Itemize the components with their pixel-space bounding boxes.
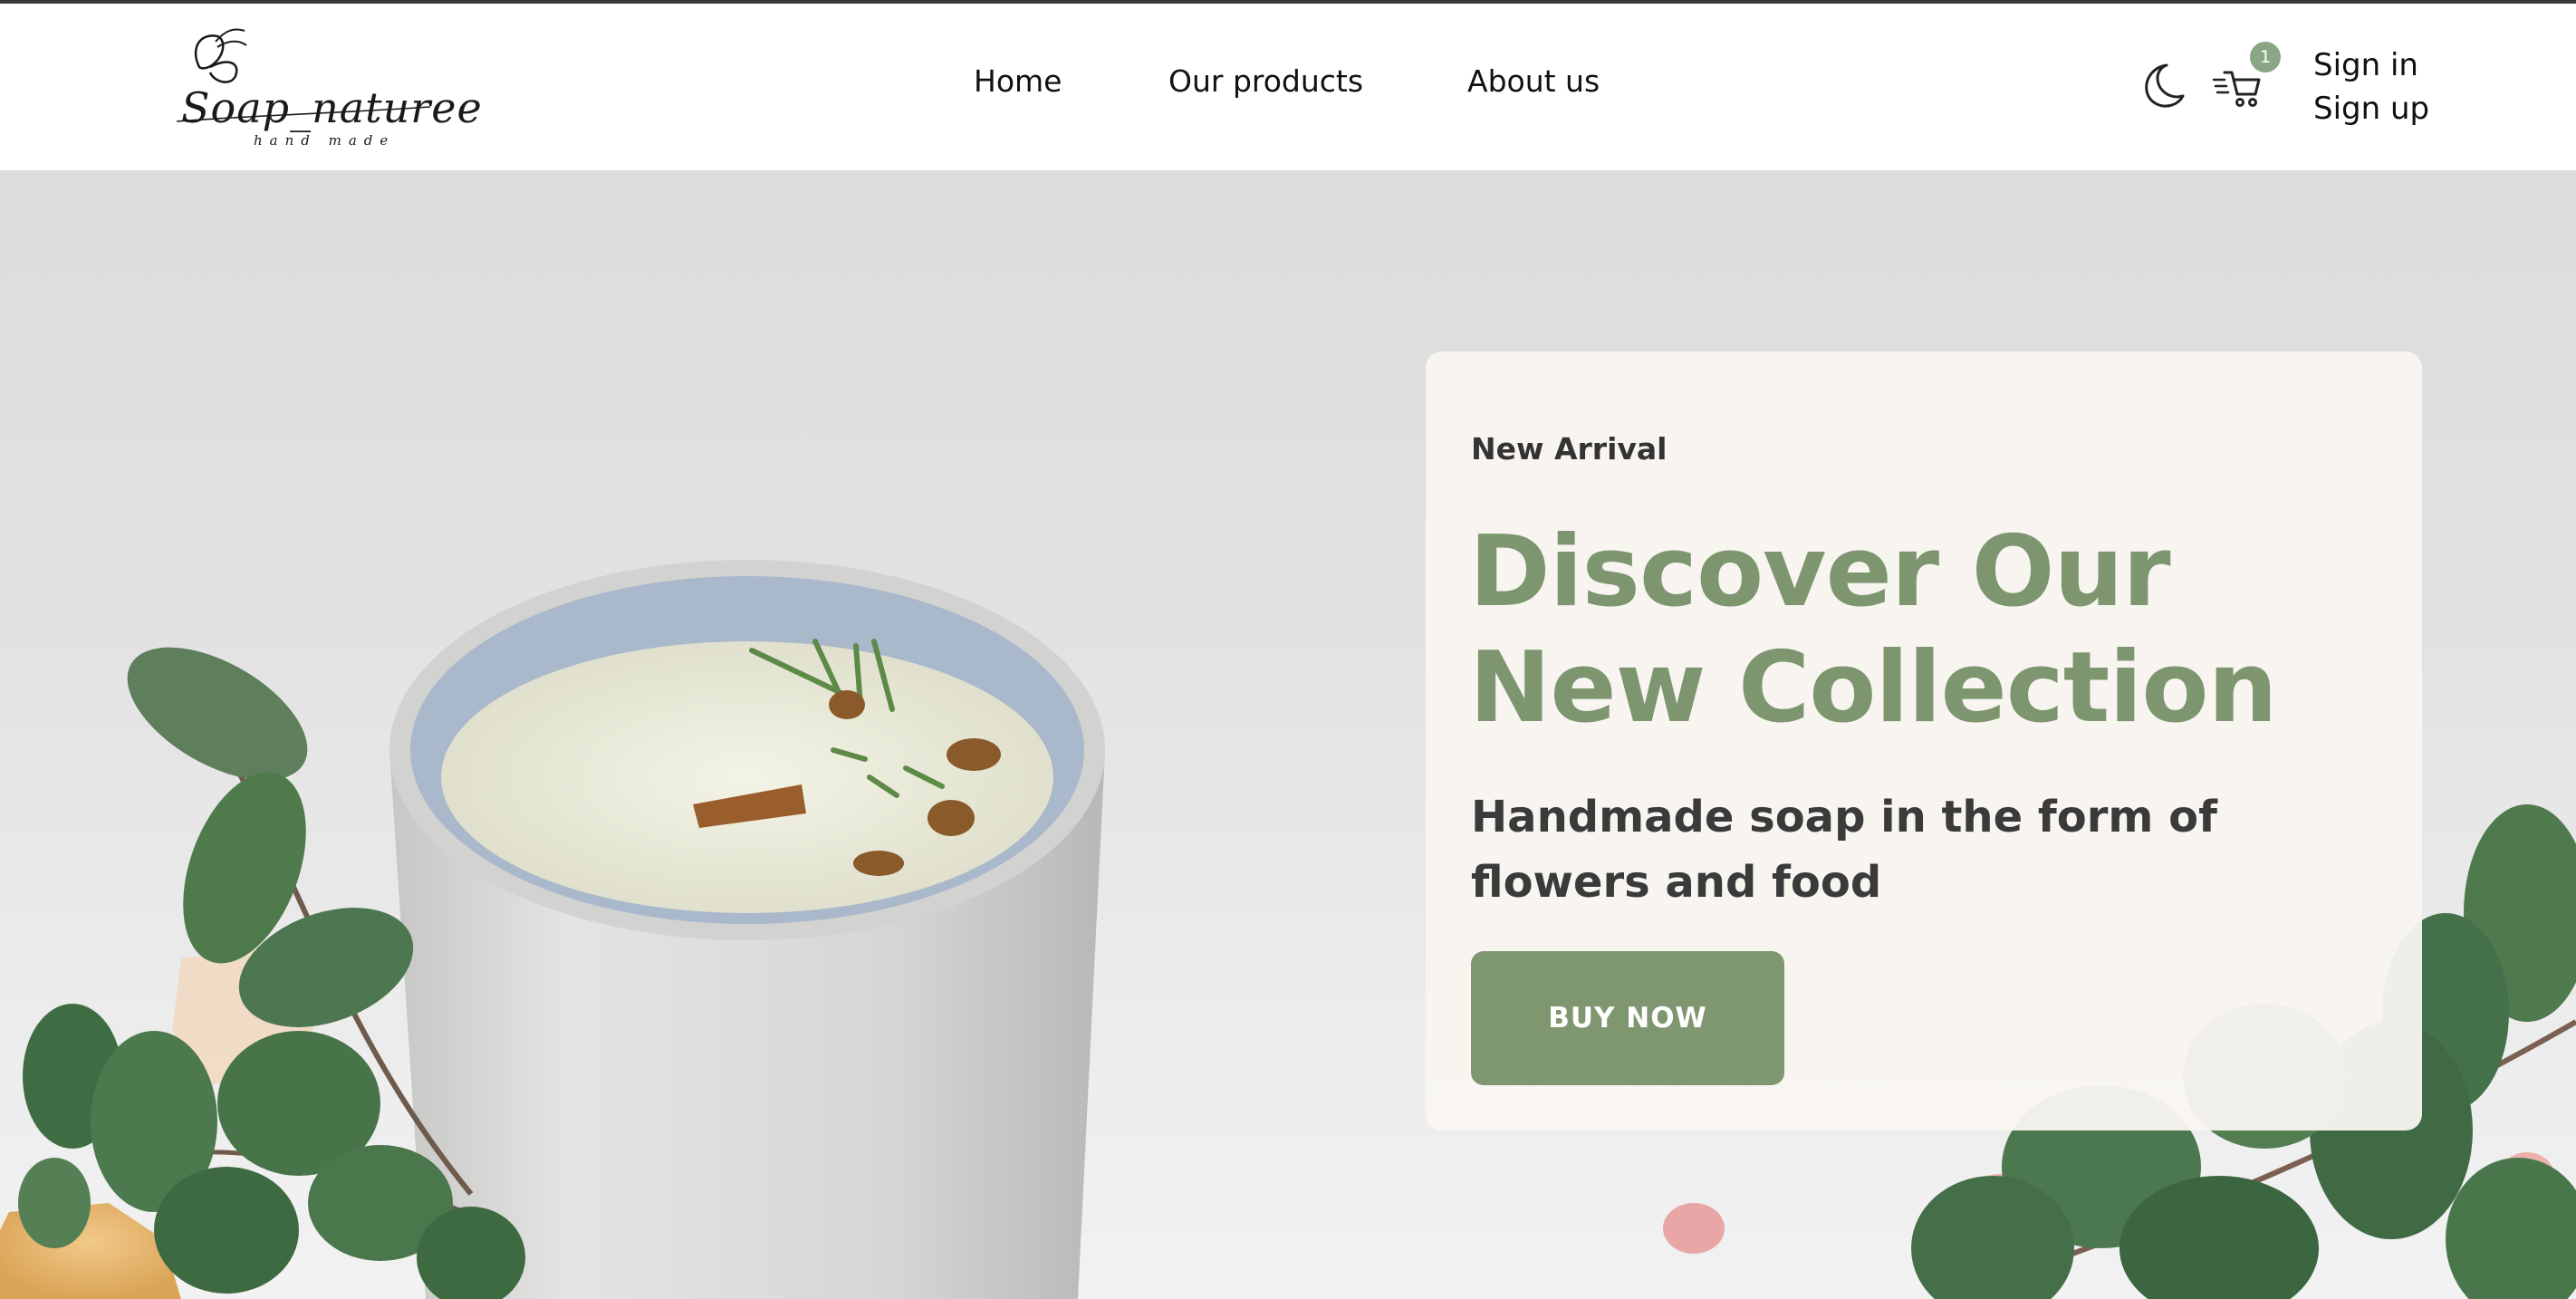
- buy-now-button[interactable]: BUY NOW: [1471, 951, 1784, 1085]
- nav-home[interactable]: Home: [974, 63, 1062, 99]
- hero-section: New Arrival Discover Our New Collection …: [0, 170, 2576, 1299]
- brand-logo[interactable]: Soap_naturee hand made: [172, 22, 482, 158]
- hero-eyebrow: New Arrival: [1471, 431, 1668, 467]
- hero-card: New Arrival Discover Our New Collection …: [1426, 351, 2422, 1131]
- cart-count-badge: 1: [2250, 42, 2281, 72]
- sign-up-link[interactable]: Sign up: [2313, 87, 2429, 130]
- sign-in-link[interactable]: Sign in: [2313, 43, 2429, 87]
- moon-icon[interactable]: [2136, 60, 2187, 111]
- hero-subheadline: Handmade soap in the form of flowers and…: [1471, 792, 2217, 908]
- nav-about-us[interactable]: About us: [1467, 63, 1600, 99]
- brand-name: Soap_naturee: [181, 83, 483, 132]
- auth-links: Sign in Sign up: [2313, 43, 2429, 130]
- site-header: Soap_naturee hand made Home Our products…: [0, 4, 2576, 170]
- brand-tagline: hand made: [254, 132, 396, 149]
- hero-headline: Discover Our New Collection: [1469, 515, 2278, 745]
- nav-our-products[interactable]: Our products: [1168, 63, 1363, 99]
